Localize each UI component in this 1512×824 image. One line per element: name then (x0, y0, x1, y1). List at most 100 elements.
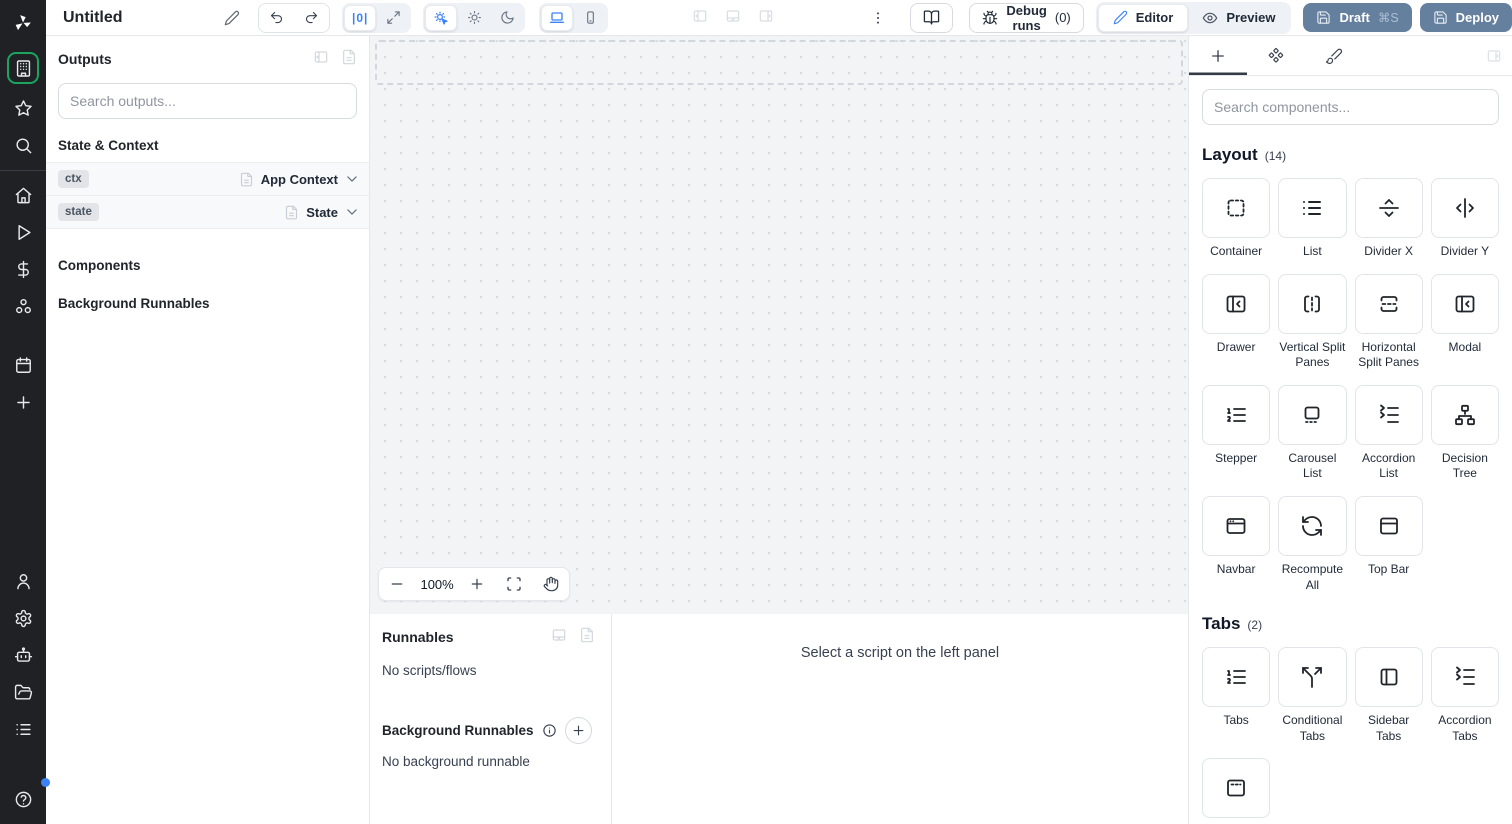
preview-mode-button[interactable]: Preview (1188, 4, 1289, 32)
edit-title-button[interactable] (220, 6, 244, 30)
theme-light-button[interactable] (458, 5, 490, 31)
rail-item-runs[interactable] (0, 214, 46, 251)
expand-canvas-button[interactable] (377, 5, 409, 31)
outputs-doc-button[interactable] (341, 49, 357, 68)
runnables-doc-button[interactable] (579, 627, 595, 646)
tab-insert-component[interactable] (1189, 36, 1247, 75)
component-tile-top-bar[interactable] (1354, 495, 1423, 556)
component-tile-recompute-all[interactable] (1278, 495, 1347, 556)
component-tile-drawer[interactable] (1202, 273, 1271, 334)
pan-button[interactable] (532, 568, 569, 600)
desktop-view-button[interactable] (541, 4, 574, 31)
docs-button[interactable] (910, 2, 954, 33)
theme-dark-button[interactable] (491, 5, 523, 31)
output-row-ctx[interactable]: ctx App Context (46, 163, 369, 196)
toggle-bottom-panel-button[interactable] (725, 8, 741, 27)
notification-dot (41, 778, 50, 787)
toggle-left-panel-button[interactable] (692, 8, 708, 27)
rail-item-account[interactable] (0, 563, 46, 600)
smartphone-icon (583, 10, 598, 25)
chevron-down-icon[interactable] (345, 205, 359, 219)
rail-item-ai[interactable] (0, 637, 46, 674)
outputs-panel: Outputs State & Context ctx App Context … (46, 36, 370, 824)
component-tile-accordion-tabs[interactable] (1430, 647, 1499, 708)
debug-runs-count: (0) (1054, 10, 1071, 25)
width-constraint-icon: |0| (352, 10, 369, 25)
component-card-top-bar: Top Bar (1354, 495, 1423, 593)
theme-group (423, 2, 526, 33)
divider-x-icon (1377, 196, 1401, 220)
zoom-in-button[interactable] (458, 568, 495, 600)
rail-item-schedules[interactable] (0, 347, 46, 384)
component-tile-list[interactable] (1278, 178, 1347, 238)
draft-button[interactable]: Draft ⌘S (1303, 3, 1412, 32)
rail-item-settings[interactable] (0, 600, 46, 637)
fixed-width-button[interactable]: |0| (344, 4, 377, 31)
rail-item-folders[interactable] (0, 674, 46, 711)
rail-item-more-triggers[interactable] (0, 384, 46, 421)
component-tile-modal[interactable] (1430, 273, 1499, 334)
plus-icon (1209, 47, 1227, 65)
search-outputs-input[interactable] (58, 83, 357, 119)
component-tile-vertical-split-panes[interactable] (1278, 273, 1347, 334)
component-tile-carousel-list[interactable] (1278, 384, 1347, 445)
folder-icon (14, 683, 33, 702)
component-tile-container[interactable] (1202, 178, 1271, 238)
rail-item-workers[interactable] (0, 711, 46, 748)
add-background-runnable-button[interactable] (564, 717, 592, 744)
component-tile-divider-x[interactable] (1354, 178, 1423, 238)
component-tile-navbar[interactable] (1202, 495, 1271, 556)
app-canvas[interactable]: 100% (370, 36, 1188, 614)
component-tile-sidebar-tabs[interactable] (1354, 647, 1423, 708)
navbar-icon (1224, 514, 1248, 538)
accordion-icon (1377, 403, 1401, 427)
component-tile-decision-tree[interactable] (1430, 384, 1499, 445)
tab-component-settings[interactable] (1247, 36, 1305, 75)
component-icon (1267, 47, 1285, 65)
canvas-dropzone[interactable] (375, 40, 1183, 85)
mode-switch: Editor Preview (1095, 1, 1292, 34)
component-tile-accordion-list[interactable] (1354, 384, 1423, 445)
deploy-button[interactable]: Deploy (1419, 3, 1512, 32)
component-card-divider-y: Divider Y (1430, 178, 1499, 260)
collapse-right-panel-button[interactable] (1486, 36, 1502, 75)
component-tile-divider-y[interactable] (1430, 178, 1499, 238)
building-icon (14, 59, 33, 78)
debug-runs-button[interactable]: Debug runs (0) (969, 2, 1084, 33)
calendar-icon (14, 356, 33, 375)
search-components-input[interactable] (1202, 89, 1499, 125)
component-tile-horizontal-split-panes[interactable] (1354, 273, 1423, 334)
windmill-logo-icon[interactable] (0, 0, 46, 46)
mobile-view-button[interactable] (574, 5, 606, 31)
redo-button[interactable] (294, 4, 329, 32)
panel-toggles (692, 8, 774, 27)
fit-view-button[interactable] (495, 568, 532, 600)
rail-item-home[interactable] (0, 177, 46, 214)
editor-mode-button[interactable]: Editor (1097, 3, 1189, 32)
toggle-right-panel-button[interactable] (758, 8, 774, 27)
rail-item-resources[interactable] (0, 288, 46, 325)
output-row-state[interactable]: state State (46, 196, 369, 229)
rail-item-favorites[interactable] (0, 90, 46, 127)
collapse-outputs-button[interactable] (313, 49, 329, 68)
component-tile-tabs[interactable] (1202, 647, 1271, 708)
rail-item-variables[interactable] (0, 251, 46, 288)
more-menu-button[interactable] (866, 6, 890, 30)
theme-auto-button[interactable] (425, 4, 458, 31)
rail-item-help[interactable] (0, 778, 50, 818)
zoom-out-button[interactable] (379, 568, 416, 600)
panel-right-collapse-icon (1486, 48, 1502, 64)
component-card-list: List (1278, 178, 1347, 260)
undo-button[interactable] (259, 4, 294, 32)
component-tile-stepper[interactable] (1202, 384, 1271, 445)
panel-right-icon (758, 8, 774, 24)
rail-item-search[interactable] (0, 127, 46, 164)
collapse-runnables-button[interactable] (551, 627, 567, 646)
rail-item-apps[interactable] (0, 46, 46, 90)
component-card-vertical-split-panes: Vertical Split Panes (1278, 273, 1347, 371)
component-tile-conditional-tabs[interactable] (1278, 647, 1347, 708)
component-card-horizontal-split-panes: Horizontal Split Panes (1354, 273, 1423, 371)
chevron-down-icon[interactable] (345, 172, 359, 186)
component-tile-dashed-top-bar[interactable] (1202, 758, 1271, 819)
tab-styling[interactable] (1305, 36, 1363, 75)
